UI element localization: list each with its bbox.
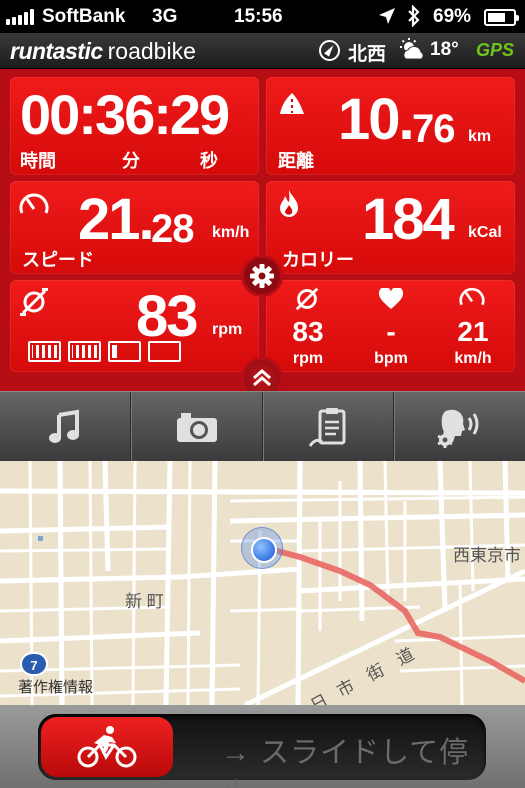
location-arrow-icon: [379, 8, 395, 24]
map-label-district: 新 町: [125, 592, 164, 611]
street-grid: [0, 461, 525, 705]
map-label-city: 西東京市: [453, 546, 521, 565]
gear-segment: [28, 341, 61, 362]
status-time: 15:56: [234, 6, 283, 27]
cadence-unit: rpm: [212, 321, 243, 338]
carrier-name: SoftBank: [42, 6, 126, 27]
speed-unit: km/h: [212, 224, 250, 241]
mini-speed-unit: km/h: [454, 350, 492, 367]
mini-cadence: 83 rpm: [273, 318, 343, 368]
crank-icon: [295, 287, 319, 311]
mini-stats-tile[interactable]: 83 rpm - bpm 21 km/h: [266, 280, 515, 372]
partly-cloudy-icon: [400, 38, 424, 60]
crank-icon: [20, 288, 48, 316]
music-note-icon: [48, 409, 79, 443]
duration-tile[interactable]: 00:36:29 時間 分 秒: [10, 77, 259, 175]
gear-segment: [68, 341, 101, 362]
map-view[interactable]: 新 町 西東京市 日 市 街 道 7 著作権情報: [0, 461, 525, 705]
chevron-up-icon: [253, 369, 271, 387]
cadence-tile[interactable]: 83 rpm: [10, 280, 259, 372]
camera-button[interactable]: [130, 392, 263, 461]
cyclist-icon: [77, 726, 137, 768]
wind-direction: 北西: [348, 44, 387, 65]
distance-unit: km: [468, 128, 492, 145]
slide-to-stop-bar: → スライドして停止: [0, 705, 525, 788]
settings-button[interactable]: [241, 255, 283, 297]
network-type: 3G: [152, 6, 178, 27]
mini-speed-value: 21: [457, 316, 489, 347]
compass-icon: [319, 40, 340, 61]
clipboard-icon: [309, 407, 346, 447]
notes-button[interactable]: [262, 392, 395, 461]
distance-decimal: 76: [412, 107, 455, 151]
mini-heart-rate: - bpm: [356, 318, 426, 368]
mini-speed: 21 km/h: [438, 318, 508, 368]
music-button[interactable]: [0, 392, 131, 461]
brand-primary: runtastic: [10, 38, 103, 64]
status-bar: SoftBank 3G 15:56 69%: [0, 0, 525, 33]
gear-segment: [148, 341, 181, 362]
brand-secondary: roadbike: [107, 38, 196, 64]
mini-heart-rate-value: -: [386, 316, 396, 347]
slide-to-stop-thumb[interactable]: [41, 717, 173, 777]
current-location-marker: [241, 527, 283, 569]
calories-label: カロリー: [282, 250, 354, 270]
copyright-link[interactable]: 著作権情報: [18, 676, 93, 697]
app-logo: runtastic roadbike: [10, 38, 196, 65]
gear-icon: [250, 264, 274, 288]
voice-coach-icon: [437, 409, 479, 448]
mini-cadence-unit: rpm: [292, 350, 324, 367]
gear-indicator: [28, 341, 181, 362]
distance-label: 距離: [278, 151, 314, 171]
slide-to-stop-label: → スライドして停止: [221, 737, 470, 788]
distance-tile[interactable]: 10. 76 km 距離: [266, 77, 515, 175]
heart-icon: [378, 288, 404, 309]
speed-tile[interactable]: 21. 28 km/h スピード: [10, 181, 259, 274]
voice-coach-button[interactable]: [394, 392, 525, 461]
bluetooth-icon: [408, 5, 420, 27]
battery-percentage: 69%: [433, 6, 472, 27]
calories-value: 184: [362, 187, 455, 252]
stats-dashboard: 00:36:29 時間 分 秒 10. 76 km 距離 21. 28 km/h…: [0, 69, 525, 391]
duration-minutes-label: 分: [122, 151, 140, 171]
gear-segment: [108, 341, 141, 362]
speed-integer: 21.: [78, 187, 155, 252]
app-header: runtastic roadbike 北西 18° GPS: [0, 33, 525, 69]
speed-decimal: 28: [151, 207, 194, 251]
battery-icon: [484, 9, 519, 26]
mini-heart-rate-unit: bpm: [374, 350, 408, 367]
duration-hours-label: 時間: [20, 151, 56, 171]
calories-tile[interactable]: 184 kCal カロリー: [266, 181, 515, 274]
speed-label: スピード: [22, 250, 94, 270]
mini-cadence-value: 83: [292, 316, 324, 347]
camera-icon: [176, 412, 217, 442]
flame-icon: [280, 190, 298, 217]
temperature: 18°: [430, 39, 459, 60]
slide-to-stop-track[interactable]: → スライドして停止: [38, 714, 486, 788]
cadence-value: 83: [136, 284, 198, 349]
calories-unit: kCal: [468, 224, 502, 241]
duration-seconds-label: 秒: [200, 151, 218, 171]
speedometer-icon: [459, 287, 485, 306]
toolbar: [0, 391, 525, 461]
gps-indicator: GPS: [476, 40, 515, 60]
road-icon: [280, 93, 304, 114]
duration-value: 00:36:29: [20, 83, 230, 146]
battery-fill: [488, 13, 505, 22]
speedometer-icon: [19, 193, 49, 214]
distance-integer: 10.: [338, 87, 415, 152]
route-number-badge: 7: [20, 652, 48, 676]
